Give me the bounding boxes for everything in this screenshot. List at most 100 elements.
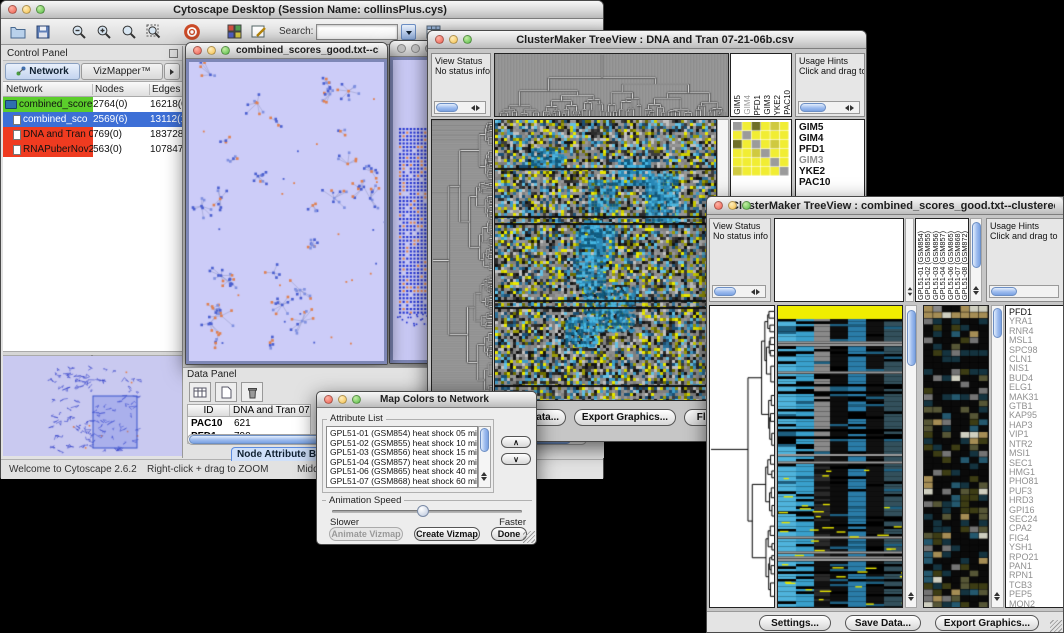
move-attribute-down-button[interactable]: ∨ [501, 453, 531, 465]
column-label[interactable]: YKE2 [773, 95, 782, 115]
save-button[interactable] [32, 22, 54, 42]
treeview1-heatmap[interactable] [495, 120, 716, 400]
treeview1-titlebar[interactable]: ClusterMaker TreeView : DNA and Tran 07-… [428, 31, 866, 49]
gene-label[interactable]: GIM5 [799, 122, 861, 133]
attribute-item[interactable]: GPL51-03 (GSM856) heat shock 15 min [330, 448, 477, 458]
column-label[interactable]: PFD1 [753, 95, 762, 115]
column-label[interactable]: GPL51-08 (GSM872) [961, 231, 968, 300]
treeview2-settings-button[interactable]: Settings... [759, 615, 831, 631]
minimize-button[interactable] [449, 35, 458, 44]
treeview2-row-dendrogram[interactable] [710, 306, 774, 607]
help-icon[interactable] [181, 22, 203, 42]
minimize-button[interactable] [728, 201, 737, 210]
attribute-list-scrollbar[interactable] [478, 426, 491, 488]
network-row[interactable]: combined_sco 2569(6) 13112(15) [3, 112, 182, 127]
gene-label[interactable]: PAC10 [799, 177, 861, 188]
open-file-button[interactable] [7, 22, 29, 42]
network-overview-panel[interactable] [3, 356, 182, 456]
attribute-item[interactable]: GPL51-02 (GSM855) heat shock 10 min [330, 439, 477, 449]
close-button[interactable] [714, 201, 723, 210]
attribute-item[interactable]: GPL51-06 (GSM865) heat shock 40 min [330, 467, 477, 477]
tab-vizmapper[interactable]: VizMapper™ [81, 63, 163, 80]
attribute-item[interactable]: GPL51-01 (GSM854) heat shock 05 min [330, 429, 477, 439]
zoom-button[interactable] [352, 395, 361, 404]
search-input[interactable] [316, 24, 398, 40]
gene-label[interactable]: PFD1 [799, 144, 861, 155]
treeview1-column-dendrogram[interactable] [495, 54, 728, 116]
zoom-button[interactable] [742, 201, 751, 210]
treeview2-column-dendrogram-area[interactable] [774, 218, 904, 302]
attribute-item[interactable]: GPL51-04 (GSM857) heat shock 20 min [330, 458, 477, 468]
minimize-button[interactable] [22, 5, 31, 14]
network-row[interactable]: combined_scores 2764(0) 16218(0) [3, 97, 182, 112]
treeview1-row-dendrogram[interactable] [432, 120, 492, 400]
minimize-button[interactable] [207, 46, 216, 55]
done-button[interactable]: Done [491, 527, 527, 541]
gene-label[interactable]: GIM3 [799, 155, 861, 166]
treeview2-genes-vscrollbar[interactable] [991, 305, 1004, 608]
treeview1-status-scrollbar[interactable] [434, 101, 486, 114]
float-panel-icon[interactable] [169, 49, 178, 58]
treeview2-column-scroll-strip[interactable] [905, 218, 914, 302]
network-row[interactable]: RNAPuberNov2+ 563(0) 107847(0) [3, 142, 182, 157]
zoom-out-icon[interactable] [68, 22, 90, 42]
main-titlebar[interactable]: Cytoscape Desktop (Session Name: collins… [1, 1, 603, 19]
data-col-attr[interactable]: DNA and Tran 07-21-06 [230, 405, 310, 416]
treeview2-labels-vscrollbar[interactable] [970, 218, 982, 302]
resize-grip[interactable] [1050, 620, 1062, 632]
attribute-item[interactable]: GPL51-07 (GSM868) heat shock 60 min [330, 477, 477, 487]
zoom-button[interactable] [463, 35, 472, 44]
gene-label[interactable]: GIM4 [799, 133, 861, 144]
network-overview-canvas[interactable] [3, 356, 181, 456]
close-button[interactable] [324, 395, 333, 404]
treeview2-save-data-button[interactable]: Save Data... [845, 615, 921, 631]
column-label[interactable]: PAC10 [783, 90, 792, 115]
tab-network[interactable]: Network [5, 63, 80, 80]
zoom-in-icon[interactable] [93, 22, 115, 42]
gene-label[interactable]: MON2 [1009, 600, 1063, 608]
move-attribute-up-button[interactable]: ∧ [501, 436, 531, 448]
tab-overflow-arrow[interactable] [164, 63, 180, 80]
treeview2-heatmap[interactable] [778, 306, 902, 607]
column-label[interactable]: GIM3 [763, 95, 772, 115]
treeview2-status-scrollbar[interactable] [712, 285, 766, 298]
dialog-titlebar[interactable]: Map Colors to Network [317, 392, 536, 408]
resize-grip[interactable] [523, 531, 535, 543]
column-label[interactable]: GIM4 [743, 95, 752, 115]
zoom-selected-icon[interactable] [143, 22, 165, 42]
treeview1-mini-heatmap[interactable] [733, 122, 789, 176]
data-row[interactable]: PAC10 621 [188, 417, 310, 430]
new-attribute-icon[interactable] [215, 382, 237, 402]
network-table-header[interactable]: Network Nodes Edges [3, 82, 182, 97]
zoom-fit-icon[interactable] [118, 22, 140, 42]
close-button[interactable] [397, 44, 406, 53]
network-row[interactable]: DNA and Tran 07 769(0) 183728(0) [3, 127, 182, 142]
close-button[interactable] [8, 5, 17, 14]
search-dropdown-button[interactable] [401, 24, 416, 40]
treeview2-export-graphics-button[interactable]: Export Graphics... [935, 615, 1039, 631]
gene-label[interactable]: YKE2 [799, 166, 861, 177]
treeview2-hints-scrollbar[interactable] [989, 285, 1059, 298]
create-vizmap-button[interactable]: Create Vizmap [414, 527, 480, 541]
column-label[interactable]: GIM5 [733, 95, 742, 115]
network1-titlebar[interactable]: combined_scores_good.txt--cluste... [186, 43, 387, 59]
slider-thumb[interactable] [417, 505, 429, 517]
delete-attribute-icon[interactable] [241, 382, 263, 402]
treeview2-heatmap-vscrollbar[interactable] [905, 305, 917, 608]
data-col-id[interactable]: ID [188, 405, 230, 416]
minimize-button[interactable] [338, 395, 347, 404]
treeview2-secondary-heatmap[interactable] [924, 306, 988, 607]
network1-canvas[interactable] [189, 62, 386, 363]
treeview1-export-graphics-button[interactable]: Export Graphics... [574, 409, 676, 426]
vizmapper-icon[interactable] [223, 22, 245, 42]
zoom-button[interactable] [36, 5, 45, 14]
close-button[interactable] [193, 46, 202, 55]
annotation-icon[interactable] [248, 22, 270, 42]
treeview2-titlebar[interactable]: ClusterMaker TreeView : combined_scores_… [707, 197, 1063, 215]
treeview1-hints-scrollbar[interactable] [798, 101, 860, 114]
zoom-button[interactable] [221, 46, 230, 55]
table-icon[interactable] [189, 382, 211, 402]
animate-vizmap-button[interactable]: Animate Vizmap [329, 527, 403, 541]
close-button[interactable] [435, 35, 444, 44]
minimize-button[interactable] [411, 44, 420, 53]
